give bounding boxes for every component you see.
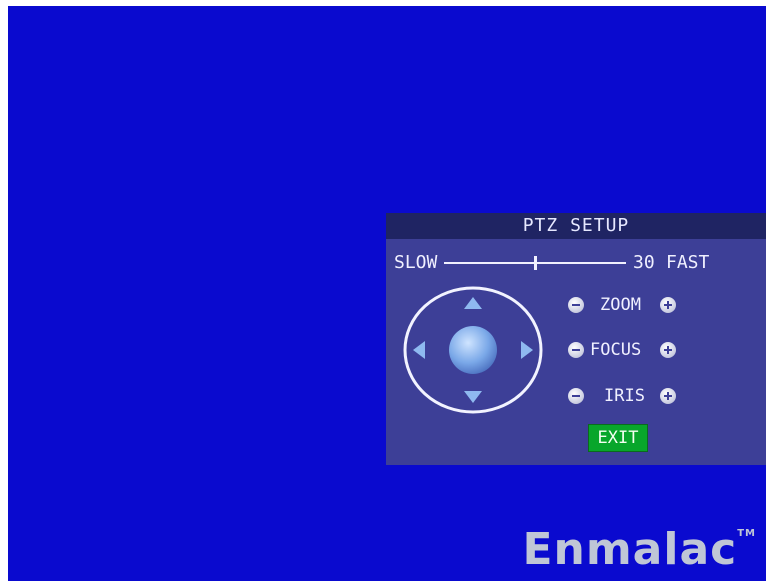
zoom-minus-icon[interactable] [568,297,584,313]
trademark-mark: TM [737,528,756,539]
arrow-down-icon[interactable] [464,391,482,403]
focus-row: FOCUS [564,338,694,362]
speed-row: SLOW 30 FAST [394,251,766,275]
screen: PTZ SETUP SLOW 30 FAST ZOOM FOCUS IRIS E… [8,6,766,581]
speed-slider[interactable] [444,256,626,270]
arrow-right-icon[interactable] [521,341,533,359]
focus-label: FOCUS [590,340,642,360]
zoom-label: ZOOM [600,295,641,315]
iris-row: IRIS [564,384,694,408]
arrow-left-icon[interactable] [413,341,425,359]
focus-plus-icon[interactable] [660,342,676,358]
speed-fast-label: FAST [666,252,710,273]
iris-minus-icon[interactable] [568,388,584,404]
ptz-setup-panel: PTZ SETUP SLOW 30 FAST ZOOM FOCUS IRIS E… [386,213,766,465]
iris-label: IRIS [604,386,645,406]
panel-title: PTZ SETUP [386,213,766,239]
zoom-plus-icon[interactable] [660,297,676,313]
arrow-up-icon[interactable] [464,297,482,309]
logo-text: Enmalac [522,524,738,575]
center-home-button[interactable] [449,326,497,374]
iris-plus-icon[interactable] [660,388,676,404]
direction-pad [403,286,543,414]
exit-button[interactable]: EXIT [588,424,648,452]
focus-minus-icon[interactable] [568,342,584,358]
speed-slow-label: SLOW [394,252,438,273]
speed-slider-thumb[interactable] [534,256,537,270]
zoom-row: ZOOM [564,293,694,317]
speed-value: 30 [633,252,655,273]
brand-logo: EnmalacTM [522,524,756,575]
